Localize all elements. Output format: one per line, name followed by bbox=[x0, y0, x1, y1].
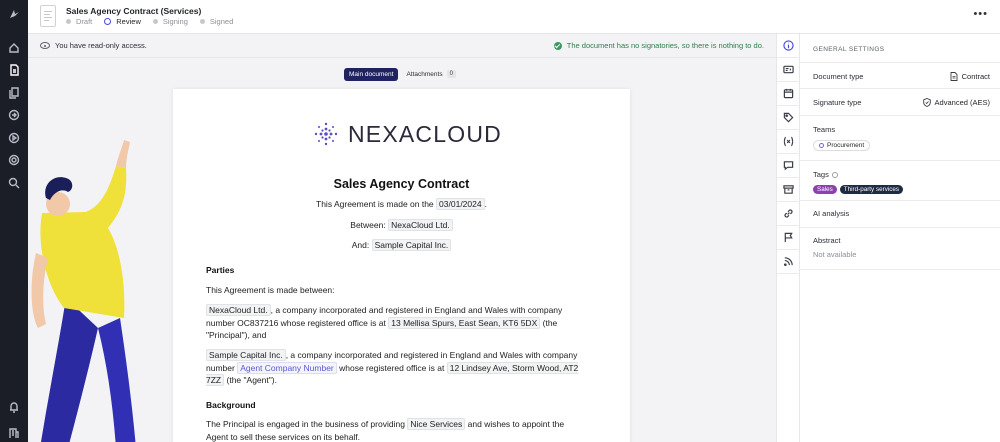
read-only-notice-bar: You have read-only access. The document … bbox=[28, 34, 776, 58]
ai-analysis-row[interactable]: AI analysis bbox=[800, 201, 1000, 228]
document-icon[interactable] bbox=[6, 62, 22, 78]
read-only-notice: You have read-only access. bbox=[40, 41, 147, 50]
side-panel-tabs bbox=[776, 34, 800, 442]
agreement-date-field[interactable]: 03/01/2024 bbox=[436, 198, 485, 210]
bell-icon[interactable] bbox=[6, 399, 22, 415]
teams-row: Teams Procurement bbox=[800, 116, 1000, 161]
document-title: Sales Agency Contract (Services) bbox=[66, 6, 202, 16]
step-dot-icon bbox=[66, 19, 71, 24]
home-icon[interactable] bbox=[6, 40, 22, 56]
flag-icon[interactable] bbox=[777, 226, 800, 250]
step-signed: Signed bbox=[199, 17, 233, 26]
document-tabs: Main document Attachments 0 bbox=[344, 67, 458, 81]
agent-name-field[interactable]: Sample Capital Inc. bbox=[371, 239, 452, 251]
and-line: And: Sample Capital Inc. bbox=[173, 239, 630, 251]
sync-icon[interactable] bbox=[6, 107, 22, 123]
between-line: Between: NexaCloud Ltd. bbox=[173, 219, 630, 231]
tags-row: Tags Sales Third-party services bbox=[800, 161, 1000, 201]
step-dot-icon bbox=[152, 19, 158, 24]
nexacloud-logo-icon bbox=[314, 122, 338, 146]
document-page: NEXACLOUD Sales Agency Contract This Agr… bbox=[173, 89, 630, 442]
left-nav-rail bbox=[0, 0, 28, 442]
building-icon[interactable] bbox=[6, 425, 22, 441]
step-dot-icon bbox=[104, 18, 112, 25]
signatories-status: The document has no signatories, so ther… bbox=[553, 41, 764, 50]
documents-stack-icon[interactable] bbox=[6, 85, 22, 101]
background-paragraph: The Principal is engaged in the business… bbox=[206, 418, 565, 442]
id-card-icon[interactable] bbox=[777, 58, 800, 82]
document-heading: Sales Agency Contract bbox=[333, 177, 470, 191]
agent-company-number-field[interactable]: Agent Company Number bbox=[237, 361, 337, 374]
principal-paragraph: NexaCloud Ltd., a company incorporated a… bbox=[206, 304, 563, 340]
step-signing: Signing bbox=[152, 17, 188, 26]
principal-address-field[interactable]: 13 Mellisa Spurs, East Sean, KT6 5DX bbox=[388, 316, 541, 329]
tag-third-party-services[interactable]: Third-party services bbox=[839, 185, 904, 194]
section-heading-parties: Parties bbox=[206, 265, 235, 275]
link-icon[interactable] bbox=[777, 202, 800, 226]
tab-attachments[interactable]: Attachments 0 bbox=[404, 67, 457, 81]
abstract-value: Not available bbox=[813, 250, 857, 259]
panel-title: GENERAL SETTINGS bbox=[813, 46, 885, 53]
section-heading-background: Background bbox=[206, 400, 256, 410]
team-dot-icon bbox=[819, 143, 824, 148]
principal-party-field[interactable]: NexaCloud Ltd. bbox=[206, 304, 271, 316]
search-icon[interactable] bbox=[6, 175, 22, 191]
tab-main-document[interactable]: Main document bbox=[344, 67, 399, 81]
step-draft: Draft bbox=[66, 17, 92, 26]
tags-info-icon[interactable] bbox=[831, 171, 838, 178]
abstract-row: Abstract Not available bbox=[800, 228, 1000, 270]
app-logo-icon[interactable] bbox=[6, 6, 22, 22]
document-header: Sales Agency Contract (Services) Draft R… bbox=[28, 0, 1000, 34]
contract-icon bbox=[950, 72, 958, 81]
document-thumbnail[interactable] bbox=[40, 5, 56, 27]
tag-sales[interactable]: Sales bbox=[813, 185, 837, 194]
logo-wordmark: NEXACLOUD bbox=[348, 120, 502, 147]
shield-icon bbox=[922, 98, 931, 107]
check-circle-icon bbox=[553, 41, 562, 50]
principal-name-field[interactable]: NexaCloud Ltd. bbox=[388, 219, 453, 231]
info-icon[interactable] bbox=[777, 34, 800, 58]
signature-type-row[interactable]: Signature type Advanced (AES) bbox=[800, 89, 1000, 116]
calendar-icon[interactable] bbox=[777, 82, 800, 106]
archive-icon[interactable] bbox=[777, 178, 800, 202]
variable-icon[interactable] bbox=[777, 130, 800, 154]
attachments-count-badge: 0 bbox=[446, 70, 456, 78]
services-field[interactable]: Nice Services bbox=[407, 418, 466, 430]
comments-icon[interactable] bbox=[777, 154, 800, 178]
agent-paragraph: Sample Capital Inc., a company incorpora… bbox=[206, 349, 579, 386]
step-review: Review bbox=[104, 17, 141, 26]
person-illustration bbox=[31, 140, 136, 442]
rss-icon[interactable] bbox=[777, 250, 800, 274]
workflow-steps: Draft Review Signing Signed bbox=[66, 17, 233, 26]
eye-icon bbox=[40, 42, 50, 49]
company-logo: NEXACLOUD bbox=[312, 120, 502, 148]
parties-intro: This Agreement is made between: bbox=[206, 285, 335, 295]
team-chip-procurement[interactable]: Procurement bbox=[813, 140, 871, 151]
document-canvas[interactable]: Main document Attachments 0 NEXACLOUD Sa… bbox=[28, 58, 776, 442]
document-type-row[interactable]: Document type Contract bbox=[800, 62, 1000, 89]
tag-icon[interactable] bbox=[777, 106, 800, 130]
agent-party-field[interactable]: Sample Capital Inc. bbox=[206, 349, 286, 361]
more-icon[interactable]: ••• bbox=[973, 8, 988, 20]
general-settings-panel: GENERAL SETTINGS Document type Contract … bbox=[800, 34, 1000, 442]
settings-icon[interactable] bbox=[6, 152, 22, 168]
play-icon[interactable] bbox=[6, 130, 22, 146]
step-dot-icon bbox=[199, 19, 205, 24]
agreement-date-line: This Agreement is made on the 03/01/2024… bbox=[316, 198, 487, 210]
